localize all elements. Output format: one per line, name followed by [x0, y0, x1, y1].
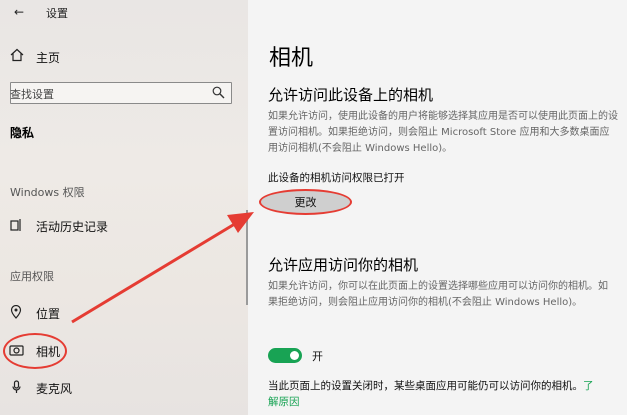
sidebar-section-privacy: 隐私	[10, 126, 35, 140]
sidebar-item-home[interactable]: 主页	[36, 49, 60, 66]
back-arrow-icon[interactable]: ←	[14, 6, 26, 18]
app-access-description: 如果允许访问，你可以在此页面上的设置选择哪些应用可以访问你的相机。如果拒绝访问，…	[268, 281, 608, 308]
search-icon[interactable]	[212, 86, 225, 99]
sidebar-group-app-permissions: 应用权限	[10, 270, 54, 283]
change-button[interactable]: 更改	[259, 189, 352, 215]
page-title: 相机	[269, 46, 314, 71]
location-pin-icon	[10, 305, 22, 319]
app-access-toggle[interactable]	[268, 348, 302, 363]
sidebar-item-microphone[interactable]: 麦克风	[36, 380, 72, 397]
home-icon[interactable]	[10, 48, 24, 62]
toggle-state-label: 开	[312, 350, 323, 363]
device-access-status: 此设备的相机访问权限已打开	[268, 172, 405, 184]
sidebar-group-windows-permissions: Windows 权限	[10, 186, 85, 199]
learn-more-link-start[interactable]: 了	[583, 380, 594, 392]
device-access-description: 如果允许访问，使用此设备的用户将能够选择其应用是否可以使用此页面上的设置访问相机…	[268, 111, 618, 154]
toggle-knob	[290, 351, 299, 360]
scrollbar-divider	[246, 210, 248, 305]
microphone-icon	[12, 380, 21, 393]
camera-highlight-ring	[3, 333, 67, 369]
app-access-heading: 允许应用访问你的相机	[268, 256, 419, 274]
activity-history-icon	[10, 219, 21, 231]
sidebar-item-location[interactable]: 位置	[36, 305, 60, 322]
desktop-apps-note: 当此页面上的设置关闭时，某些桌面应用可能仍可以访问你的相机。了	[268, 378, 594, 393]
note-text: 当此页面上的设置关闭时，某些桌面应用可能仍可以访问你的相机。	[268, 380, 583, 392]
window-title: 设置	[46, 7, 68, 20]
learn-more-link[interactable]: 解原因	[268, 394, 300, 409]
sidebar-item-activity-history[interactable]: 活动历史记录	[36, 218, 108, 235]
search-placeholder: 查找设置	[10, 88, 54, 101]
device-access-heading: 允许访问此设备上的相机	[268, 86, 434, 104]
